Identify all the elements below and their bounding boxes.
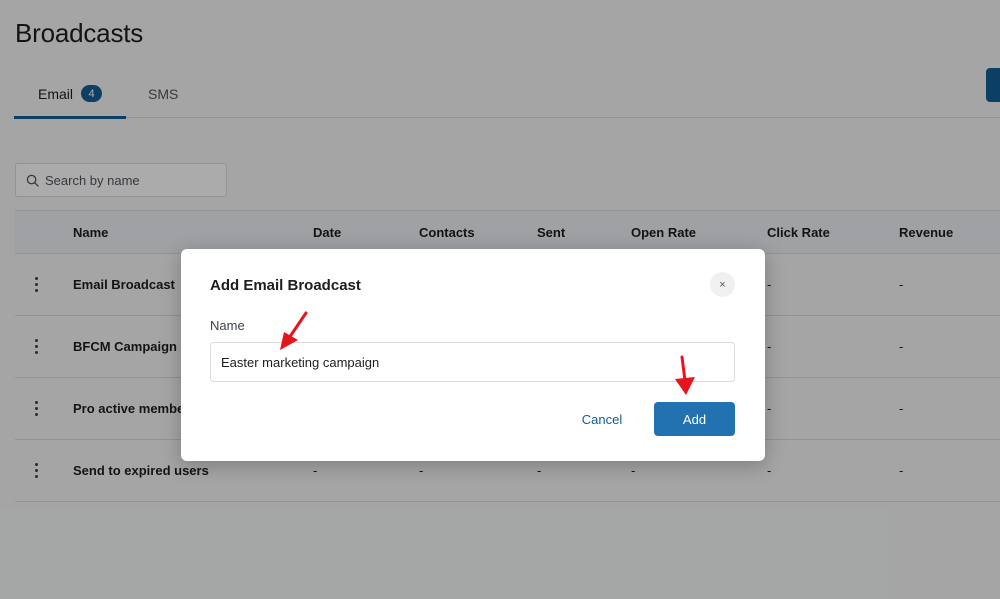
add-button[interactable]: Add [654,402,735,436]
cancel-button[interactable]: Cancel [567,402,637,436]
broadcast-name-input[interactable] [210,342,735,382]
name-field-label: Name [210,318,245,333]
close-icon[interactable]: × [710,272,735,297]
dialog-title: Add Email Broadcast [210,277,361,294]
add-email-broadcast-dialog: Add Email Broadcast × Name Cancel Add [181,249,765,461]
